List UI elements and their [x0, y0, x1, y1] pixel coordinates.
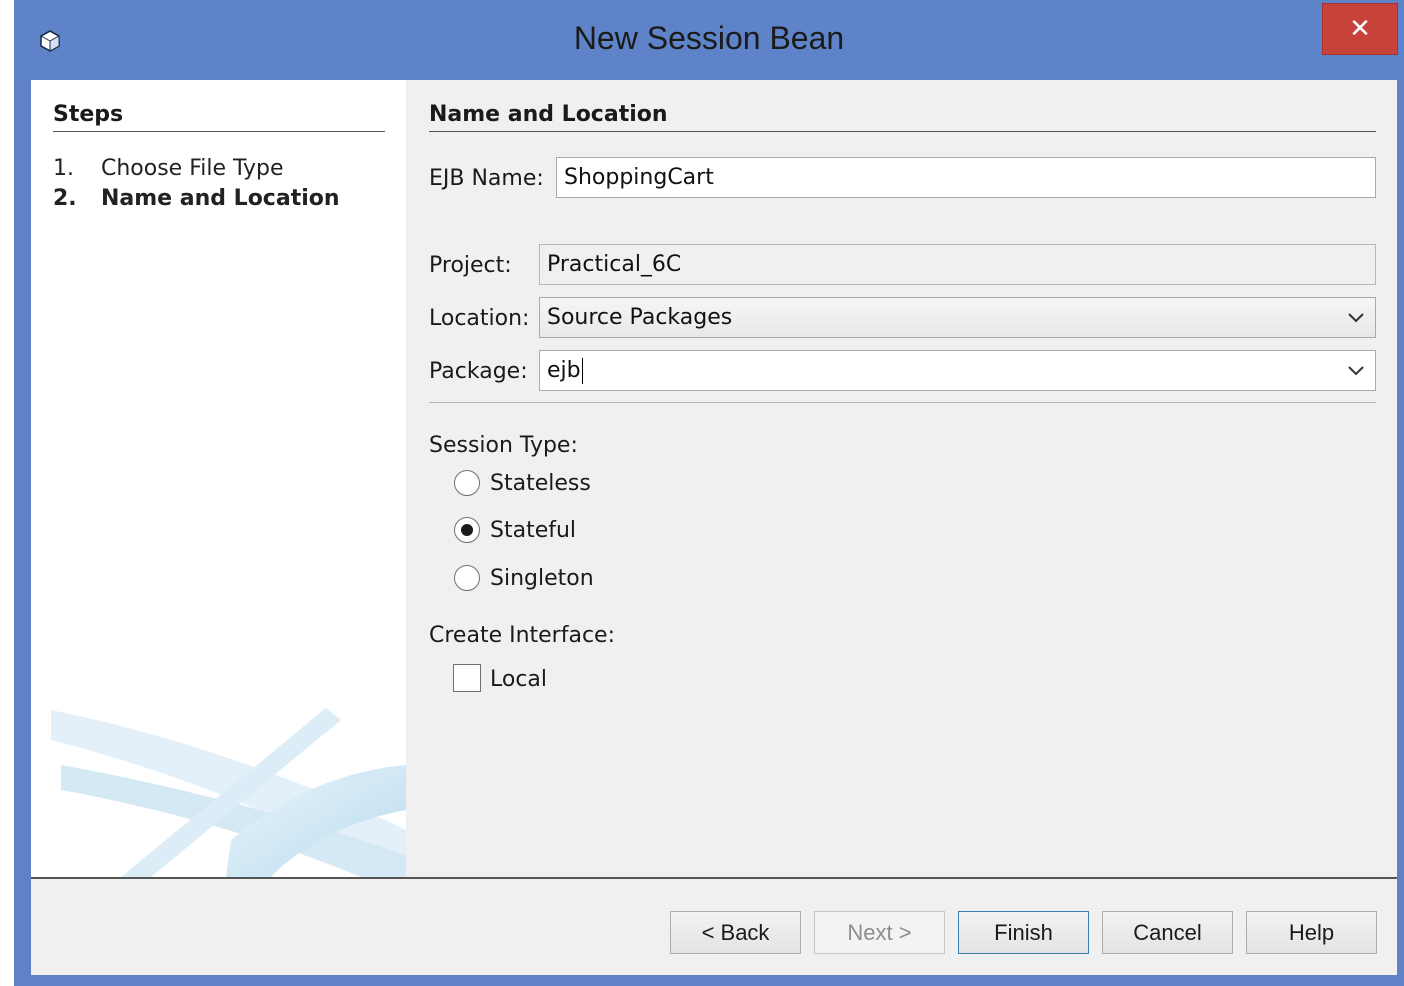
back-button[interactable]: < Back — [670, 911, 801, 954]
divider — [429, 402, 1376, 403]
next-button[interactable]: Next > — [814, 911, 945, 954]
footer-divider — [31, 877, 1397, 879]
step-label: Choose File Type — [101, 156, 284, 181]
desktop-background — [0, 0, 14, 986]
radio-singleton-label[interactable]: Singleton — [490, 566, 594, 591]
package-label: Package: — [429, 359, 528, 384]
chevron-down-icon[interactable] — [1347, 361, 1365, 379]
dialog-body: Steps 1. Choose File Type 2. Name and Loca… — [31, 80, 1397, 975]
decorative-swoosh-graphic — [51, 708, 406, 877]
steps-heading: Steps — [53, 102, 385, 132]
step-number: 1. — [53, 156, 74, 181]
session-type-label: Session Type: — [429, 433, 578, 458]
step-name-and-location: 2. Name and Location — [53, 186, 340, 211]
local-checkbox[interactable] — [453, 664, 481, 692]
location-dropdown[interactable]: Source Packages — [539, 297, 1376, 338]
new-session-bean-dialog: New Session Bean ✕ Steps 1. Choose File T… — [14, 0, 1404, 986]
create-interface-label: Create Interface: — [429, 623, 616, 648]
chevron-down-icon — [1348, 313, 1364, 323]
package-combo-input[interactable]: ejb — [539, 350, 1376, 391]
step-number: 2. — [53, 186, 77, 211]
radio-selected-dot — [461, 524, 473, 536]
radio-stateful-label[interactable]: Stateful — [490, 518, 576, 543]
radio-stateful[interactable] — [454, 517, 480, 543]
close-button[interactable]: ✕ — [1322, 3, 1398, 55]
title-bar[interactable]: New Session Bean ✕ — [14, 0, 1404, 80]
project-label: Project: — [429, 253, 512, 278]
location-label: Location: — [429, 306, 530, 331]
help-button[interactable]: Help — [1246, 911, 1377, 954]
text-cursor — [581, 358, 583, 384]
radio-singleton[interactable] — [454, 565, 480, 591]
radio-stateless-label[interactable]: Stateless — [490, 471, 591, 496]
finish-button[interactable]: Finish — [958, 911, 1089, 954]
window-title: New Session Bean — [573, 20, 845, 56]
ejb-name-label: EJB Name: — [429, 166, 544, 191]
step-label: Name and Location — [101, 186, 340, 211]
steps-panel: Steps 1. Choose File Type 2. Name and Loca… — [31, 80, 406, 877]
cancel-button[interactable]: Cancel — [1102, 911, 1233, 954]
local-checkbox-label[interactable]: Local — [490, 667, 547, 692]
section-heading: Name and Location — [429, 102, 1376, 132]
step-choose-file-type: 1. Choose File Type — [53, 156, 284, 181]
radio-stateless[interactable] — [454, 470, 480, 496]
project-field: Practical_6C — [539, 244, 1376, 285]
ejb-name-input[interactable]: ShoppingCart — [556, 157, 1376, 198]
